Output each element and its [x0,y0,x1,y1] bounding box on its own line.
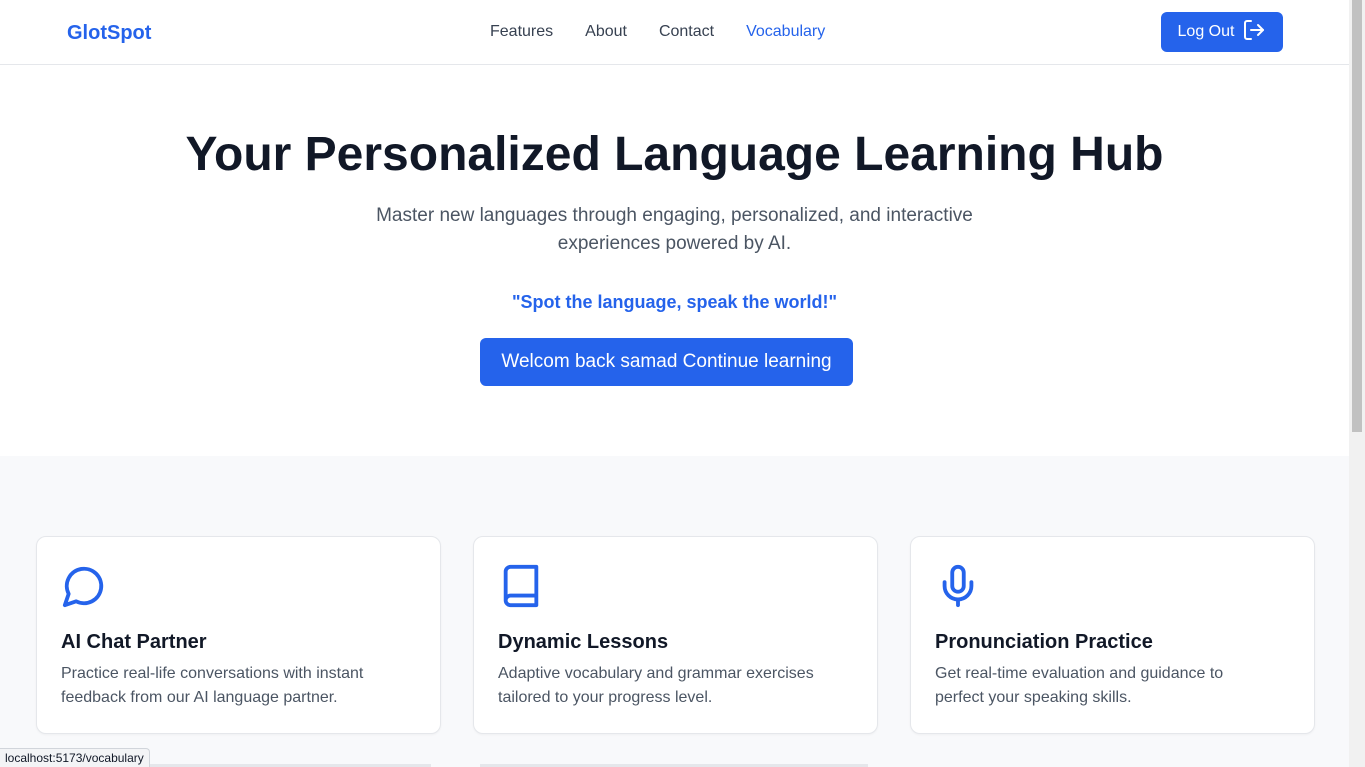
microphone-icon [935,563,981,609]
nav-link-contact[interactable]: Contact [659,22,714,42]
nav-links: Features About Contact Vocabulary [490,22,857,42]
feature-card-dynamic-lessons[interactable]: Dynamic Lessons Adaptive vocabulary and … [473,536,878,734]
chat-bubble-icon [61,563,107,609]
continue-learning-button[interactable]: Welcom back samad Continue learning [480,338,853,386]
hero-subtitle: Master new languages through engaging, p… [376,205,973,254]
nav-link-about[interactable]: About [585,22,627,42]
page: GlotSpot Features About Contact Vocabula… [0,0,1349,767]
features-section: AI Chat Partner Practice real-life conve… [0,456,1349,767]
feature-description: Adaptive vocabulary and grammar exercise… [498,665,814,706]
page-scrollbar[interactable] [1349,0,1365,767]
nav-link-vocabulary[interactable]: Vocabulary [746,22,825,42]
feature-title: Dynamic Lessons [498,631,669,653]
feature-title: Pronunciation Practice [935,631,1153,653]
logout-icon [1242,18,1266,47]
feature-card-pronunciation[interactable]: Pronunciation Practice Get real-time eva… [910,536,1315,734]
feature-description: Get real-time evaluation and guidance to… [935,665,1224,706]
status-url-tooltip: localhost:5173/vocabulary [0,748,150,767]
logout-button[interactable]: Log Out [1161,12,1283,52]
feature-title: AI Chat Partner [61,631,207,653]
nav-link-features[interactable]: Features [490,22,553,42]
feature-card-ai-chat[interactable]: AI Chat Partner Practice real-life conve… [36,536,441,734]
book-icon [498,563,544,609]
navbar: GlotSpot Features About Contact Vocabula… [0,0,1349,65]
hero-title: Your Personalized Language Learning Hub [185,128,1164,181]
feature-description: Practice real-life conversations with in… [61,665,364,706]
brand-logo[interactable]: GlotSpot [67,20,151,46]
hero-section: Your Personalized Language Learning Hub … [0,65,1349,456]
logout-label: Log Out [1177,23,1235,40]
scrollbar-thumb[interactable] [1352,0,1362,432]
hero-quote: "Spot the language, speak the world!" [511,292,838,312]
